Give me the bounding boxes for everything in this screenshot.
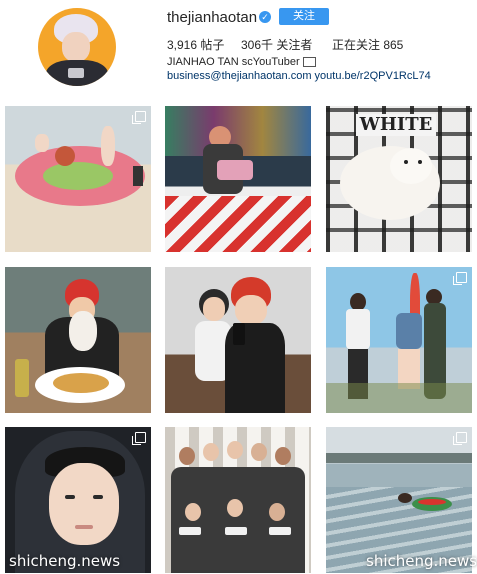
multi-photo-icon <box>132 432 146 445</box>
bio-email: business@thejianhaotan.com <box>167 70 312 82</box>
post-tile-4[interactable] <box>5 267 151 413</box>
profile-avatar[interactable] <box>38 8 116 86</box>
email-icon <box>302 57 316 68</box>
profile-username[interactable]: thejianhaotan <box>167 9 257 26</box>
verified-badge-icon: ✓ <box>259 11 271 23</box>
post-tile-8[interactable] <box>165 427 311 573</box>
multi-photo-icon <box>453 432 467 445</box>
follow-button[interactable]: 关注 <box>279 8 329 25</box>
posts-count: 3,916 帖子 <box>167 38 225 52</box>
post-tile-6[interactable] <box>326 267 472 413</box>
multi-photo-icon <box>453 272 467 285</box>
bio-name-line: JIANHAO TAN scYouTuber <box>167 56 316 68</box>
bio-tag: scYouTuber <box>241 56 300 68</box>
bio-link[interactable]: youtu.be/r2QPV1RcL74 <box>315 70 431 82</box>
post-tile-2[interactable] <box>165 106 311 252</box>
watermark-right: shicheng.news <box>366 552 477 570</box>
post-tile-5[interactable] <box>165 267 311 413</box>
post-tile-1[interactable] <box>5 106 151 252</box>
followers-count[interactable]: 306千 关注者 <box>241 36 312 53</box>
avatar-face <box>62 32 90 62</box>
bio-full-name: JIANHAO TAN <box>167 56 239 68</box>
avatar-shirt-logo <box>68 68 84 78</box>
multi-photo-icon <box>132 111 146 124</box>
post-tile-3[interactable]: WHITE <box>326 106 472 252</box>
bio-contact-line: business@thejianhaotan.com youtu.be/r2QP… <box>167 70 431 82</box>
following-count[interactable]: 正在关注 865 <box>332 36 403 53</box>
watermark-left: shicheng.news <box>9 552 121 570</box>
